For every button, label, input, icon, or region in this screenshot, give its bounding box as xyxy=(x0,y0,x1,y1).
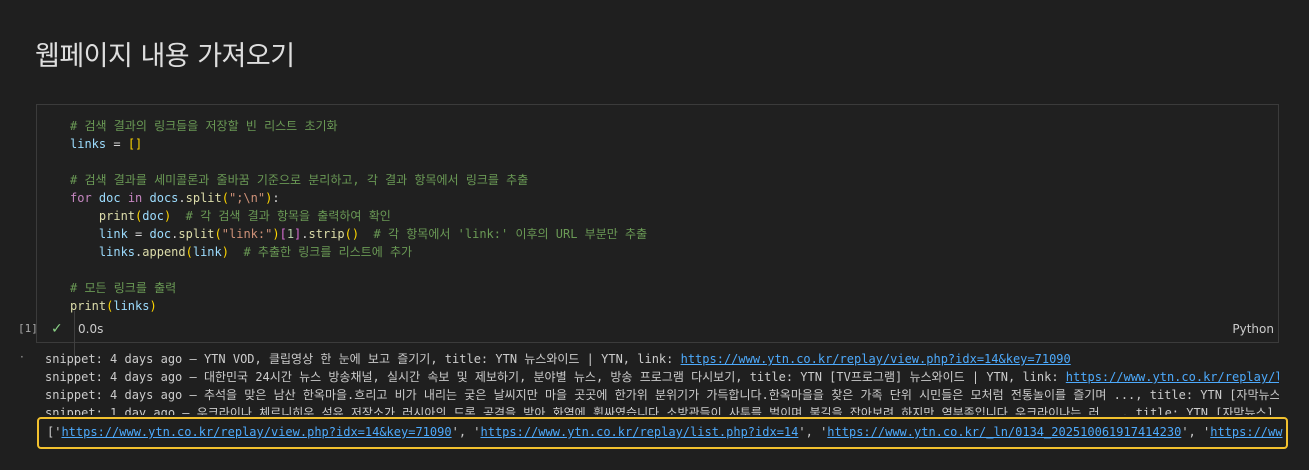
code-token: ( xyxy=(185,245,193,259)
code-token: # 검색 결과를 세미콜론과 줄바꿈 기준으로 분리하고, 각 결과 항목에서 … xyxy=(70,173,529,187)
code-line: link = doc.split("link:")[1].strip() # 각… xyxy=(70,225,1270,243)
highlighted-result: ['https://www.ytn.co.kr/replay/view.php?… xyxy=(37,417,1288,449)
code-line: # 모든 링크를 출력 xyxy=(70,279,1270,297)
code-token: strip xyxy=(308,227,345,241)
result-link[interactable]: https://ww xyxy=(1210,425,1282,439)
code-token: # 각 항목에서 'link:' 이후의 URL 부분만 추출 xyxy=(359,227,648,241)
code-cell[interactable]: # 검색 결과의 링크들을 저장할 빈 리스트 초기화 links = [] # 검… xyxy=(36,104,1279,365)
code-token: doc xyxy=(142,209,164,223)
code-token: 1 xyxy=(286,227,295,241)
code-token: links xyxy=(70,245,136,259)
code-token: for xyxy=(70,191,92,205)
code-token: # 모든 링크를 출력 xyxy=(70,281,177,295)
code-line: # 검색 결과를 세미콜론과 줄바꿈 기준으로 분리하고, 각 결과 항목에서 … xyxy=(70,171,1270,189)
code-token: doc xyxy=(149,227,172,241)
code-line: print(doc) # 각 검색 결과 항목을 출력하여 확인 xyxy=(70,207,1270,225)
list-separator: ', ' xyxy=(1181,425,1211,439)
output-text: snippet: 4 days ago — 추석을 맞은 남산 한옥마을.흐리고… xyxy=(45,388,1279,402)
code-token: # 각 검색 결과 항목을 출력하여 확인 xyxy=(171,209,391,223)
code-token: in xyxy=(127,191,143,205)
output-link[interactable]: https://www.ytn.co.kr/replay/view.php?id… xyxy=(681,352,1071,366)
code-line: links = [] xyxy=(70,135,1270,153)
code-token: append xyxy=(142,245,186,259)
code-token: ";\n" xyxy=(228,191,266,205)
links-list-output: ['https://www.ytn.co.kr/replay/view.php?… xyxy=(47,425,1282,439)
code-line: # 검색 결과의 링크들을 저장할 빈 리스트 초기화 xyxy=(70,117,1270,135)
result-link[interactable]: https://www.ytn.co.kr/_ln/0134_202510061… xyxy=(827,425,1181,439)
code-token: split xyxy=(185,191,222,205)
output-line: snippet: 4 days ago — 대한민국 24시간 뉴스 방송채널,… xyxy=(45,368,1279,386)
code-token: ) xyxy=(221,245,229,259)
list-separator: ', ' xyxy=(451,425,481,439)
output-collapse-dot[interactable]: · xyxy=(20,350,24,364)
cell-output: snippet: 4 days ago — YTN VOD, 클립영상 한 눈에… xyxy=(45,350,1279,415)
code-token: links xyxy=(113,299,150,313)
code-token: () xyxy=(344,227,360,241)
list-bracket: [' xyxy=(47,425,62,439)
code-token: [ xyxy=(279,227,287,241)
code-token: ( xyxy=(214,227,222,241)
code-token: ) xyxy=(272,227,280,241)
code-token: print xyxy=(70,209,136,223)
result-link[interactable]: https://www.ytn.co.kr/replay/view.php?id… xyxy=(61,425,451,439)
result-link[interactable]: https://www.ytn.co.kr/replay/list.php?id… xyxy=(481,425,799,439)
code-token: docs xyxy=(142,191,179,205)
code-token: = xyxy=(106,137,128,151)
code-token: # 검색 결과의 링크들을 저장할 빈 리스트 초기화 xyxy=(70,119,338,133)
output-line: snippet: 4 days ago — 추석을 맞은 남산 한옥마을.흐리고… xyxy=(45,386,1279,404)
page-heading: 웹페이지 내용 가져오기 xyxy=(35,41,295,72)
output-line: snippet: 4 days ago — YTN VOD, 클립영상 한 눈에… xyxy=(45,350,1279,368)
check-icon: ✓ xyxy=(51,321,63,337)
output-line: snippet: 1 day ago — 우크라이나 체르니히우 석유 저장소가… xyxy=(45,404,1279,415)
code-token: split xyxy=(178,227,215,241)
code-token: "link:" xyxy=(221,227,273,241)
code-token: doc xyxy=(91,191,128,205)
code-token: [] xyxy=(127,137,143,151)
code-token: links xyxy=(70,137,107,151)
code-editor[interactable]: # 검색 결과의 링크들을 저장할 빈 리스트 초기화 links = [] # 검… xyxy=(70,117,1270,315)
execution-count: [1] xyxy=(18,322,38,335)
code-line: for doc in docs.split(";\n"): xyxy=(70,189,1270,207)
code-token: . xyxy=(301,227,309,241)
code-token: : xyxy=(272,191,280,205)
execution-time: 0.0s xyxy=(78,322,104,336)
code-token: # 추출한 링크를 리스트에 추가 xyxy=(229,245,413,259)
output-text: snippet: 4 days ago — 대한민국 24시간 뉴스 방송채널,… xyxy=(45,370,1066,384)
output-text: snippet: 4 days ago — YTN VOD, 클립영상 한 눈에… xyxy=(45,352,681,366)
list-separator: ', ' xyxy=(798,425,828,439)
code-token: link xyxy=(70,227,128,241)
code-token: print xyxy=(70,299,107,313)
code-token: . xyxy=(178,191,186,205)
code-token: ) xyxy=(149,299,157,313)
output-link[interactable]: https://www.ytn.co.kr/replay/list.php?id… xyxy=(1066,370,1279,384)
code-token: link xyxy=(192,245,222,259)
output-text: snippet: 1 day ago — 우크라이나 체르니히우 석유 저장소가… xyxy=(45,406,1279,415)
code-line: links.append(link) # 추출한 링크를 리스트에 추가 xyxy=(70,243,1270,261)
code-token: = xyxy=(127,227,150,241)
code-token: ( xyxy=(221,191,229,205)
code-line: print(links) xyxy=(70,297,1270,315)
language-indicator[interactable]: Python xyxy=(1232,322,1274,336)
